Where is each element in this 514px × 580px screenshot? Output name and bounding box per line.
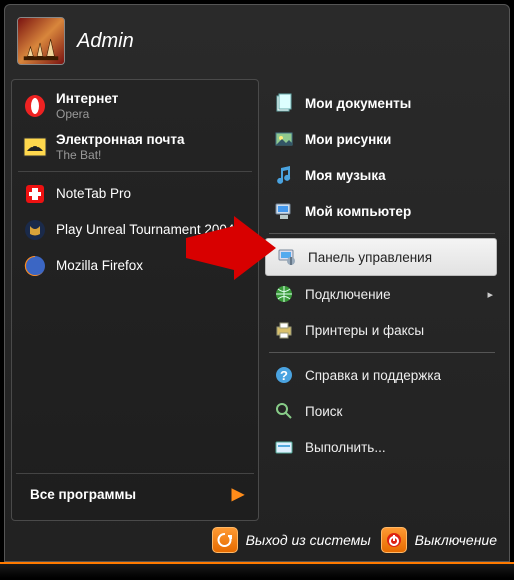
shutdown-button[interactable]: Выключение	[381, 527, 497, 553]
places-run[interactable]: Выполнить...	[263, 429, 503, 465]
start-menu-footer: Выход из системы Выключение	[11, 521, 503, 561]
places-label: Справка и поддержка	[305, 368, 441, 383]
start-menu-body: Интернет Opera Электронная почта The Bat…	[11, 79, 503, 521]
pinned-title: NoteTab Pro	[56, 186, 131, 202]
pinned-item-ut2004[interactable]: Play Unreal Tournament 2004	[16, 212, 254, 248]
run-icon	[273, 436, 295, 458]
svg-text:?: ?	[280, 368, 288, 383]
places-my-documents[interactable]: Мои документы	[263, 85, 503, 121]
start-menu-header: Admin	[11, 11, 503, 79]
separator	[269, 352, 495, 353]
shutdown-icon	[381, 527, 407, 553]
pinned-item-mail[interactable]: Электронная почта The Bat!	[16, 127, 254, 168]
places-label: Панель управления	[308, 250, 432, 265]
printer-icon	[273, 319, 295, 341]
places-my-pictures[interactable]: Мои рисунки	[263, 121, 503, 157]
pinned-sub: The Bat!	[56, 148, 185, 162]
places-label: Мой компьютер	[305, 204, 411, 219]
firefox-icon	[22, 253, 48, 279]
places-search[interactable]: Поиск	[263, 393, 503, 429]
all-programs-label: Все программы	[30, 487, 136, 502]
pinned-item-notetab[interactable]: NoteTab Pro	[16, 176, 254, 212]
places-my-music[interactable]: Моя музыка	[263, 157, 503, 193]
username-label: Admin	[77, 30, 134, 53]
music-icon	[273, 164, 295, 186]
places-control-panel[interactable]: Панель управления	[265, 238, 497, 276]
shutdown-label: Выключение	[415, 532, 497, 548]
places-my-computer[interactable]: Мой компьютер	[263, 193, 503, 229]
opera-icon	[22, 93, 48, 119]
pictures-icon	[273, 128, 295, 150]
pinned-title: Mozilla Firefox	[56, 258, 143, 274]
places-list: Мои документы Мои рисунки Моя музыка Мой…	[259, 79, 503, 521]
unreal-icon	[22, 217, 48, 243]
all-programs-button[interactable]: Все программы ▶	[16, 473, 254, 514]
places-label: Мои документы	[305, 96, 411, 111]
arrow-right-icon: ▶	[232, 484, 244, 504]
separator	[269, 233, 495, 234]
pinned-title: Интернет	[56, 91, 118, 107]
network-icon	[273, 283, 295, 305]
notetab-icon	[22, 181, 48, 207]
start-menu: Admin Интернет Opera	[4, 4, 510, 562]
places-help[interactable]: ? Справка и поддержка	[263, 357, 503, 393]
pinned-item-firefox[interactable]: Mozilla Firefox	[16, 248, 254, 284]
places-label: Принтеры и факсы	[305, 323, 424, 338]
places-printers[interactable]: Принтеры и факсы	[263, 312, 503, 348]
documents-icon	[273, 92, 295, 114]
places-connect-to[interactable]: Подключение ▸	[263, 276, 503, 312]
pinned-title: Электронная почта	[56, 132, 185, 148]
help-icon: ?	[273, 364, 295, 386]
pinned-sub: Opera	[56, 107, 118, 121]
logoff-label: Выход из системы	[246, 532, 371, 548]
logoff-icon	[212, 527, 238, 553]
pinned-title: Play Unreal Tournament 2004	[56, 222, 234, 238]
logoff-button[interactable]: Выход из системы	[212, 527, 371, 553]
places-label: Поиск	[305, 404, 342, 419]
search-icon	[273, 400, 295, 422]
places-label: Мои рисунки	[305, 132, 391, 147]
computer-icon	[273, 200, 295, 222]
places-label: Выполнить...	[305, 440, 386, 455]
control-panel-icon	[276, 246, 298, 268]
chevron-right-icon: ▸	[487, 288, 493, 301]
avatar[interactable]	[17, 17, 65, 65]
bat-icon	[22, 134, 48, 160]
pinned-list: Интернет Opera Электронная почта The Bat…	[11, 79, 259, 521]
pinned-item-internet[interactable]: Интернет Opera	[16, 86, 254, 127]
places-label: Подключение	[305, 287, 391, 302]
places-label: Моя музыка	[305, 168, 386, 183]
